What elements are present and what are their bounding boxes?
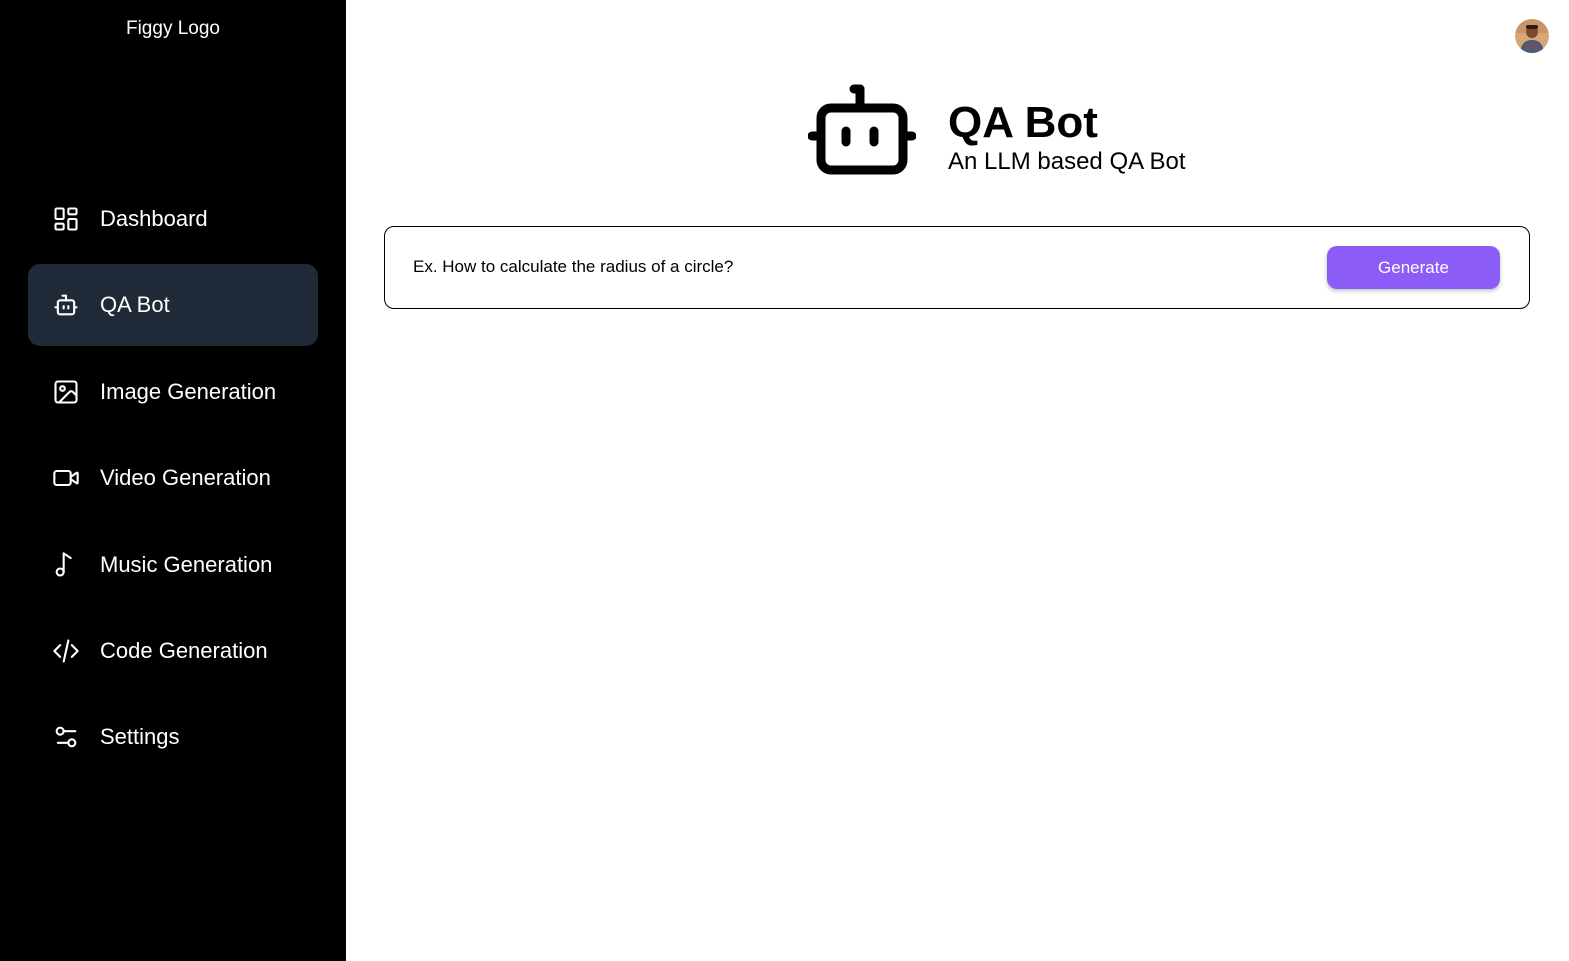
app-logo[interactable]: Figgy Logo xyxy=(0,18,346,40)
sidebar-item-label: Image Generation xyxy=(100,378,277,404)
image-icon xyxy=(52,378,80,406)
sidebar-item-label: Dashboard xyxy=(100,206,208,231)
generate-button[interactable]: Generate xyxy=(1327,246,1500,289)
sidebar-item-qa-bot[interactable]: QA Bot xyxy=(28,264,318,347)
settings-sliders-icon xyxy=(52,723,80,751)
sidebar-item-label: Music Generation xyxy=(100,551,273,577)
sidebar-item-video-generation[interactable]: Video Generation xyxy=(28,437,318,519)
user-avatar[interactable] xyxy=(1515,19,1549,53)
video-icon xyxy=(52,464,80,492)
page-subtitle: An LLM based QA Bot xyxy=(948,148,1186,175)
main-content: QA Bot An LLM based QA Bot Generate xyxy=(346,0,1569,961)
code-icon xyxy=(52,637,80,665)
dashboard-icon xyxy=(52,205,80,233)
page-title: QA Bot xyxy=(948,98,1098,147)
sidebar-item-label: Settings xyxy=(100,724,180,750)
sidebar-item-label: QA Bot xyxy=(100,292,170,318)
music-note-icon xyxy=(52,551,80,579)
bot-icon xyxy=(52,291,80,319)
sidebar-item-settings[interactable]: Settings xyxy=(28,696,318,778)
sidebar-item-music-generation[interactable]: Music Generation xyxy=(28,524,318,606)
page-header: QA Bot An LLM based QA Bot xyxy=(808,84,1228,178)
prompt-form: Generate xyxy=(384,226,1530,309)
sidebar-item-code-generation[interactable]: Code Generation xyxy=(28,610,318,692)
app-root: Figgy Logo Dashboard QA Bot Image Genera… xyxy=(0,0,1569,961)
sidebar-item-label: Video Generation xyxy=(100,465,271,491)
sidebar-item-label: Code Generation xyxy=(100,637,268,663)
bot-icon xyxy=(808,84,916,176)
sidebar-item-image-generation[interactable]: Image Generation xyxy=(28,351,318,433)
sidebar: Figgy Logo Dashboard QA Bot Image Genera… xyxy=(0,0,346,961)
sidebar-nav: Dashboard QA Bot Image Generation Video … xyxy=(28,178,318,783)
sidebar-item-dashboard[interactable]: Dashboard xyxy=(28,178,318,260)
prompt-input[interactable] xyxy=(413,247,1293,287)
